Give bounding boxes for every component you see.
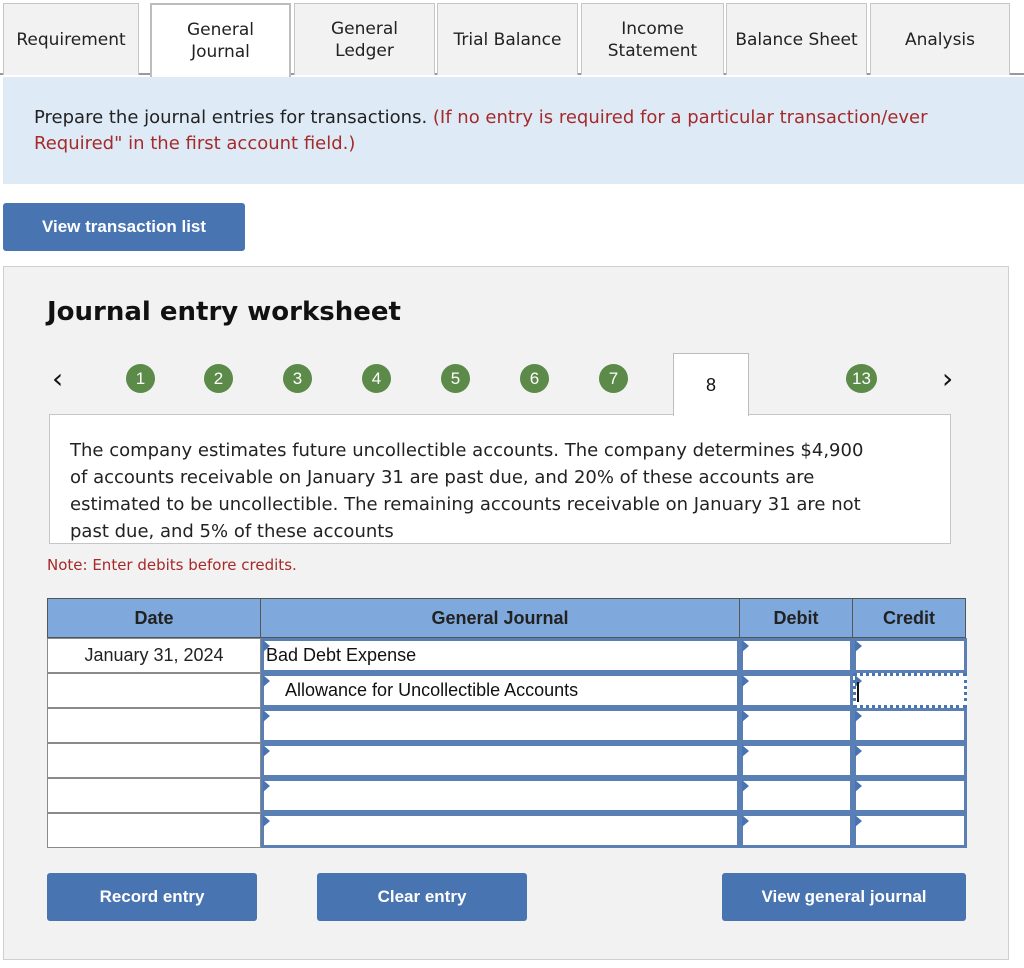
dropdown-marker-icon — [263, 745, 270, 757]
account-field[interactable] — [261, 813, 740, 848]
chevron-right-icon[interactable]: › — [942, 362, 953, 395]
tab-bar: Requirement General Journal General Ledg… — [0, 0, 1024, 77]
tab-analysis[interactable]: Analysis — [870, 3, 1010, 75]
dropdown-marker-icon — [742, 675, 749, 687]
step-4-button[interactable]: 4 — [362, 364, 391, 393]
header-general-journal: General Journal — [260, 598, 740, 638]
step-3-button[interactable]: 3 — [283, 364, 312, 393]
step-8-current-tab[interactable]: 8 — [673, 353, 749, 416]
debit-field[interactable] — [740, 813, 853, 848]
transaction-description-box: The company estimates future uncollectib… — [49, 414, 951, 544]
step-2-button[interactable]: 2 — [204, 364, 233, 393]
journal-entry-worksheet: Journal entry worksheet ‹ 1 2 3 4 5 6 7 … — [3, 266, 1009, 960]
step-7-button[interactable]: 7 — [599, 364, 628, 393]
worksheet-title: Journal entry worksheet — [47, 297, 401, 327]
debit-field[interactable] — [740, 673, 853, 708]
dropdown-marker-icon — [263, 675, 270, 687]
dropdown-marker-icon — [263, 815, 270, 827]
tab-label: Trial Balance — [453, 29, 562, 50]
debit-field[interactable] — [740, 743, 853, 778]
view-general-journal-button[interactable]: View general journal — [722, 873, 966, 921]
tab-label: Analysis — [904, 29, 976, 50]
chevron-left-icon[interactable]: ‹ — [52, 362, 63, 395]
debit-field[interactable] — [740, 778, 853, 813]
dropdown-marker-icon — [742, 780, 749, 792]
account-field-value: Allowance for Uncollectible Accounts — [266, 680, 579, 700]
instructions-main: Prepare the journal entries for transact… — [34, 107, 428, 128]
dropdown-marker-icon — [263, 780, 270, 792]
account-field[interactable] — [261, 743, 740, 778]
instructions-note: (If no entry is required for a particula… — [427, 107, 928, 128]
dropdown-marker-icon — [855, 710, 862, 722]
credit-field[interactable] — [853, 673, 967, 708]
step-6-button[interactable]: 6 — [520, 364, 549, 393]
tab-general-ledger[interactable]: General Ledger — [294, 3, 435, 75]
credit-field[interactable] — [853, 778, 967, 813]
dropdown-marker-icon — [855, 780, 862, 792]
credit-field[interactable] — [853, 708, 967, 743]
account-field[interactable]: Bad Debt Expense — [261, 638, 740, 673]
tab-general-journal[interactable]: General Journal — [150, 3, 291, 77]
tab-label: General Journal — [187, 20, 254, 62]
tab-balance-sheet[interactable]: Balance Sheet — [726, 3, 867, 75]
transaction-description: The company estimates future uncollectib… — [70, 440, 864, 542]
tab-income-statement[interactable]: Income Statement — [581, 3, 724, 75]
date-cell: January 31, 2024 — [47, 638, 261, 673]
tab-label: Requirement — [16, 29, 126, 50]
credit-field[interactable] — [853, 813, 967, 848]
dropdown-marker-icon — [263, 640, 270, 652]
instructions-panel: Prepare the journal entries for transact… — [3, 77, 1024, 184]
header-credit: Credit — [852, 598, 966, 638]
date-cell — [47, 743, 261, 778]
date-cell — [47, 673, 261, 708]
header-debit: Debit — [739, 598, 853, 638]
text-caret — [857, 682, 859, 702]
date-cell — [47, 813, 261, 848]
record-entry-button[interactable]: Record entry — [47, 873, 257, 921]
step-13-button[interactable]: 13 — [846, 364, 877, 393]
tab-label: Income Statement — [607, 18, 698, 61]
date-cell — [47, 778, 261, 813]
dropdown-marker-icon — [742, 815, 749, 827]
tab-label: Balance Sheet — [735, 29, 858, 50]
debit-field[interactable] — [740, 638, 853, 673]
dropdown-marker-icon — [263, 710, 270, 722]
tab-label: General Ledger — [331, 18, 398, 61]
step-5-button[interactable]: 5 — [441, 364, 470, 393]
account-field[interactable] — [261, 778, 740, 813]
account-field[interactable]: Allowance for Uncollectible Accounts — [261, 673, 740, 708]
dropdown-marker-icon — [742, 745, 749, 757]
dropdown-marker-icon — [855, 745, 862, 757]
tab-trial-balance[interactable]: Trial Balance — [437, 3, 578, 75]
instructions-note-line2: Required" in the first account field.) — [34, 133, 356, 154]
dropdown-marker-icon — [855, 640, 862, 652]
debit-field[interactable] — [740, 708, 853, 743]
account-field-value: Bad Debt Expense — [266, 645, 417, 665]
credit-field[interactable] — [853, 638, 967, 673]
tab-requirement[interactable]: Requirement — [3, 3, 139, 75]
debits-note: Note: Enter debits before credits. — [47, 556, 297, 574]
credit-field[interactable] — [853, 743, 967, 778]
dropdown-marker-icon — [855, 815, 862, 827]
clear-entry-button[interactable]: Clear entry — [317, 873, 527, 921]
account-field[interactable] — [261, 708, 740, 743]
instructions-text: Prepare the journal entries for transact… — [34, 105, 1024, 157]
view-transaction-list-button[interactable]: View transaction list — [3, 203, 245, 251]
dropdown-marker-icon — [742, 640, 749, 652]
date-cell — [47, 708, 261, 743]
step-1-button[interactable]: 1 — [126, 364, 155, 393]
header-date: Date — [47, 598, 261, 638]
dropdown-marker-icon — [742, 710, 749, 722]
